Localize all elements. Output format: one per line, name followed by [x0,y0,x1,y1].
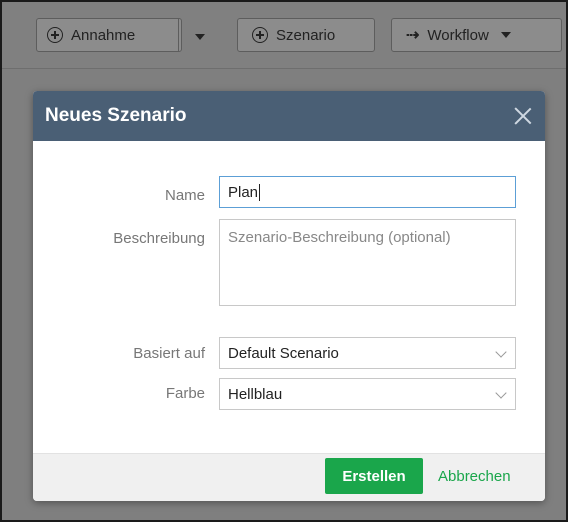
app-frame: Annahme Szenario ⇢ Workflow Neues Szenar… [0,0,568,522]
text-cursor [259,183,261,201]
annahme-button-label: Annahme [71,26,136,44]
close-icon[interactable] [513,106,533,126]
color-label: Farbe [165,385,205,402]
dialog-header: Neues Szenario [33,91,545,141]
create-button[interactable]: Erstellen [325,458,423,494]
chevron-down-icon [495,387,507,399]
szenario-button-label: Szenario [276,26,336,44]
dialog-footer: Erstellen Abbrechen [33,453,545,501]
based-on-label: Basiert auf [133,345,205,362]
cancel-button[interactable]: Abbrechen [438,458,511,494]
toolbar: Annahme Szenario ⇢ Workflow [2,2,566,69]
name-label: Name [164,187,205,204]
description-textarea[interactable]: Szenario-Beschreibung (optional) [219,219,516,306]
split-divider [178,19,179,51]
color-value: Hellblau [228,385,283,403]
add-circle-icon [47,27,63,43]
szenario-button[interactable]: Szenario [237,18,375,52]
workflow-button[interactable]: ⇢ Workflow [391,18,562,52]
name-input-value: Plan [228,183,259,201]
annahme-split-button[interactable]: Annahme [36,18,205,52]
based-on-value: Default Scenario [228,344,339,362]
dialog-title: Neues Szenario [45,105,187,126]
description-label: Beschreibung [113,230,205,247]
add-circle-icon [252,27,268,43]
chevron-down-icon [500,32,511,38]
name-input[interactable]: Plan [219,176,516,208]
color-select[interactable]: Hellblau [219,378,516,410]
arrow-right-icon: ⇢ [406,27,420,44]
based-on-select[interactable]: Default Scenario [219,337,516,369]
chevron-down-icon[interactable] [195,34,205,40]
chevron-down-icon [495,346,507,358]
description-placeholder: Szenario-Beschreibung (optional) [228,229,451,246]
new-scenario-dialog: Neues Szenario Name Plan Beschreibung Sz… [33,91,545,501]
workflow-button-label: Workflow [427,26,489,44]
